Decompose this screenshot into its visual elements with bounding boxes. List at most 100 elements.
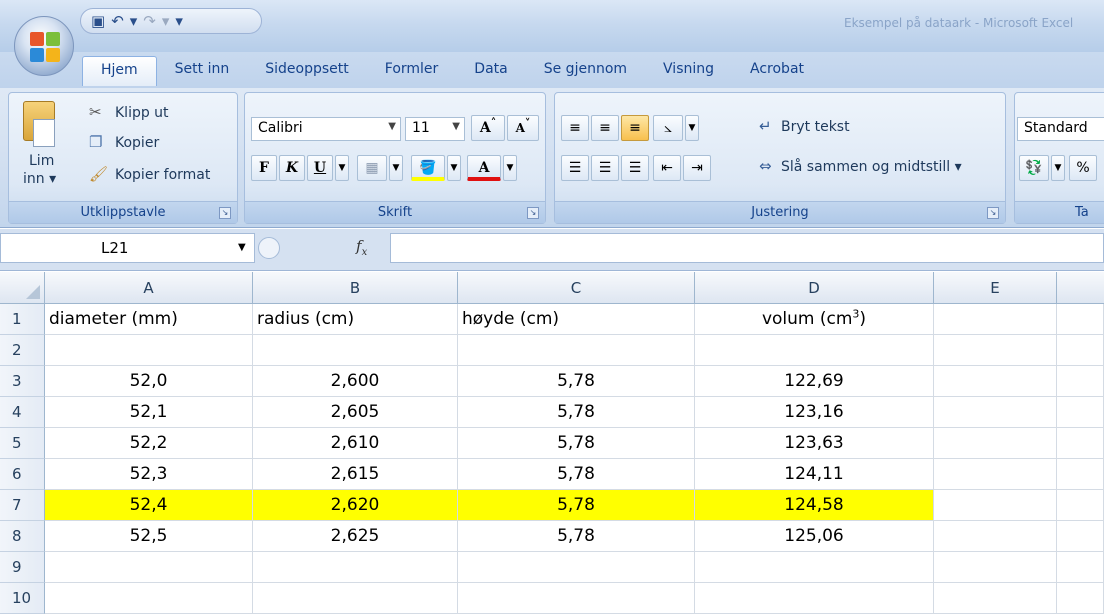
save-icon[interactable]: ▣ — [91, 13, 105, 29]
undo-icon[interactable]: ↶ — [111, 13, 124, 29]
align-right-icon[interactable]: ☰ — [621, 155, 649, 181]
format-painter-button[interactable]: 🖌 Kopier format — [89, 165, 237, 189]
column-header-e[interactable]: E — [934, 272, 1057, 304]
cell-c3[interactable]: 5,78 — [458, 366, 695, 397]
cell-e4[interactable] — [934, 397, 1057, 428]
row-header-7[interactable]: 7 — [0, 490, 45, 521]
cut-button[interactable]: ✂ Klipp ut — [89, 103, 229, 127]
align-top-icon[interactable]: ≡ — [561, 115, 589, 141]
font-color-dropdown[interactable]: ▼ — [503, 155, 517, 181]
orientation-icon[interactable]: ⦣ — [653, 115, 683, 141]
cell-d3[interactable]: 122,69 — [695, 366, 934, 397]
orientation-dropdown[interactable]: ▼ — [685, 115, 699, 141]
bold-button[interactable]: F — [251, 155, 277, 181]
borders-dropdown[interactable]: ▼ — [389, 155, 403, 181]
cell-f1[interactable] — [1057, 304, 1104, 335]
cell-c9[interactable] — [458, 552, 695, 583]
tab-formler[interactable]: Formler — [367, 56, 457, 86]
cell-a2[interactable] — [45, 335, 253, 366]
name-box[interactable]: L21 — [0, 233, 255, 263]
percent-button[interactable]: % — [1069, 155, 1097, 181]
cell-b6[interactable]: 2,615 — [253, 459, 458, 490]
cell-e6[interactable] — [934, 459, 1057, 490]
cell-a6[interactable]: 52,3 — [45, 459, 253, 490]
row-header-9[interactable]: 9 — [0, 552, 45, 583]
cell-d6[interactable]: 124,11 — [695, 459, 934, 490]
cell-f7[interactable] — [1057, 490, 1104, 521]
cell-e8[interactable] — [934, 521, 1057, 552]
tab-se-gjennom[interactable]: Se gjennom — [526, 56, 645, 86]
row-header-8[interactable]: 8 — [0, 521, 45, 552]
align-left-icon[interactable]: ☰ — [561, 155, 589, 181]
cell-f9[interactable] — [1057, 552, 1104, 583]
row-header-6[interactable]: 6 — [0, 459, 45, 490]
paste-button[interactable]: Lim inn ▾ — [17, 99, 65, 195]
number-format-combo[interactable]: Standard — [1017, 117, 1104, 141]
wrap-text-button[interactable]: ↵ Bryt tekst — [759, 115, 899, 141]
underline-dropdown[interactable]: ▼ — [335, 155, 349, 181]
column-header-a[interactable]: A — [45, 272, 253, 304]
align-middle-icon[interactable]: ≡ — [591, 115, 619, 141]
cell-d1[interactable]: volum (cm3) — [695, 304, 934, 335]
cell-f4[interactable] — [1057, 397, 1104, 428]
align-bottom-icon[interactable]: ≡ — [621, 115, 649, 141]
cell-e1[interactable] — [934, 304, 1057, 335]
cell-d4[interactable]: 123,16 — [695, 397, 934, 428]
redo-icon[interactable]: ↷ — [143, 13, 156, 29]
row-header-4[interactable]: 4 — [0, 397, 45, 428]
tab-visning[interactable]: Visning — [645, 56, 732, 86]
row-header-5[interactable]: 5 — [0, 428, 45, 459]
column-header-c[interactable]: C — [458, 272, 695, 304]
cell-b9[interactable] — [253, 552, 458, 583]
cell-b7[interactable]: 2,620 — [253, 490, 458, 521]
cell-f3[interactable] — [1057, 366, 1104, 397]
cell-b5[interactable]: 2,610 — [253, 428, 458, 459]
cell-b8[interactable]: 2,625 — [253, 521, 458, 552]
cell-c5[interactable]: 5,78 — [458, 428, 695, 459]
cell-a7[interactable]: 52,4 — [45, 490, 253, 521]
cell-e3[interactable] — [934, 366, 1057, 397]
column-header-f[interactable] — [1057, 272, 1104, 304]
cell-e5[interactable] — [934, 428, 1057, 459]
column-header-d[interactable]: D — [695, 272, 934, 304]
cell-c8[interactable]: 5,78 — [458, 521, 695, 552]
clipboard-launcher-icon[interactable]: ↘ — [219, 207, 231, 219]
cell-c10[interactable] — [458, 583, 695, 614]
office-button[interactable] — [14, 16, 74, 76]
decrease-indent-icon[interactable]: ⇤ — [653, 155, 681, 181]
cell-d2[interactable] — [695, 335, 934, 366]
alignment-launcher-icon[interactable]: ↘ — [987, 207, 999, 219]
underline-button[interactable]: U — [307, 155, 333, 181]
select-all-corner[interactable] — [0, 272, 45, 304]
cell-d5[interactable]: 123,63 — [695, 428, 934, 459]
cell-a5[interactable]: 52,2 — [45, 428, 253, 459]
font-size-combo[interactable]: 11 ▼ — [405, 117, 465, 141]
cell-a8[interactable]: 52,5 — [45, 521, 253, 552]
tab-hjem[interactable]: Hjem — [82, 56, 157, 86]
cell-c2[interactable] — [458, 335, 695, 366]
cell-c6[interactable]: 5,78 — [458, 459, 695, 490]
cell-c7[interactable]: 5,78 — [458, 490, 695, 521]
chevron-down-icon[interactable]: ▼ — [238, 242, 246, 253]
currency-icon[interactable]: 💱 — [1019, 155, 1049, 181]
align-center-icon[interactable]: ☰ — [591, 155, 619, 181]
undo-dropdown[interactable]: ▾ — [130, 13, 138, 29]
cell-a10[interactable] — [45, 583, 253, 614]
cell-c1[interactable]: høyde (cm) — [458, 304, 695, 335]
cell-e7[interactable] — [934, 490, 1057, 521]
increase-indent-icon[interactable]: ⇥ — [683, 155, 711, 181]
tab-sideoppsett[interactable]: Sideoppsett — [247, 56, 367, 86]
cell-b3[interactable]: 2,600 — [253, 366, 458, 397]
row-header-3[interactable]: 3 — [0, 366, 45, 397]
cell-f10[interactable] — [1057, 583, 1104, 614]
tab-acrobat[interactable]: Acrobat — [732, 56, 822, 86]
cell-d10[interactable] — [695, 583, 934, 614]
formula-input[interactable] — [390, 233, 1104, 263]
row-header-1[interactable]: 1 — [0, 304, 45, 335]
cell-e9[interactable] — [934, 552, 1057, 583]
row-header-2[interactable]: 2 — [0, 335, 45, 366]
cell-c4[interactable]: 5,78 — [458, 397, 695, 428]
cell-b10[interactable] — [253, 583, 458, 614]
cell-d7[interactable]: 124,58 — [695, 490, 934, 521]
borders-icon[interactable]: ▦ — [357, 155, 387, 181]
